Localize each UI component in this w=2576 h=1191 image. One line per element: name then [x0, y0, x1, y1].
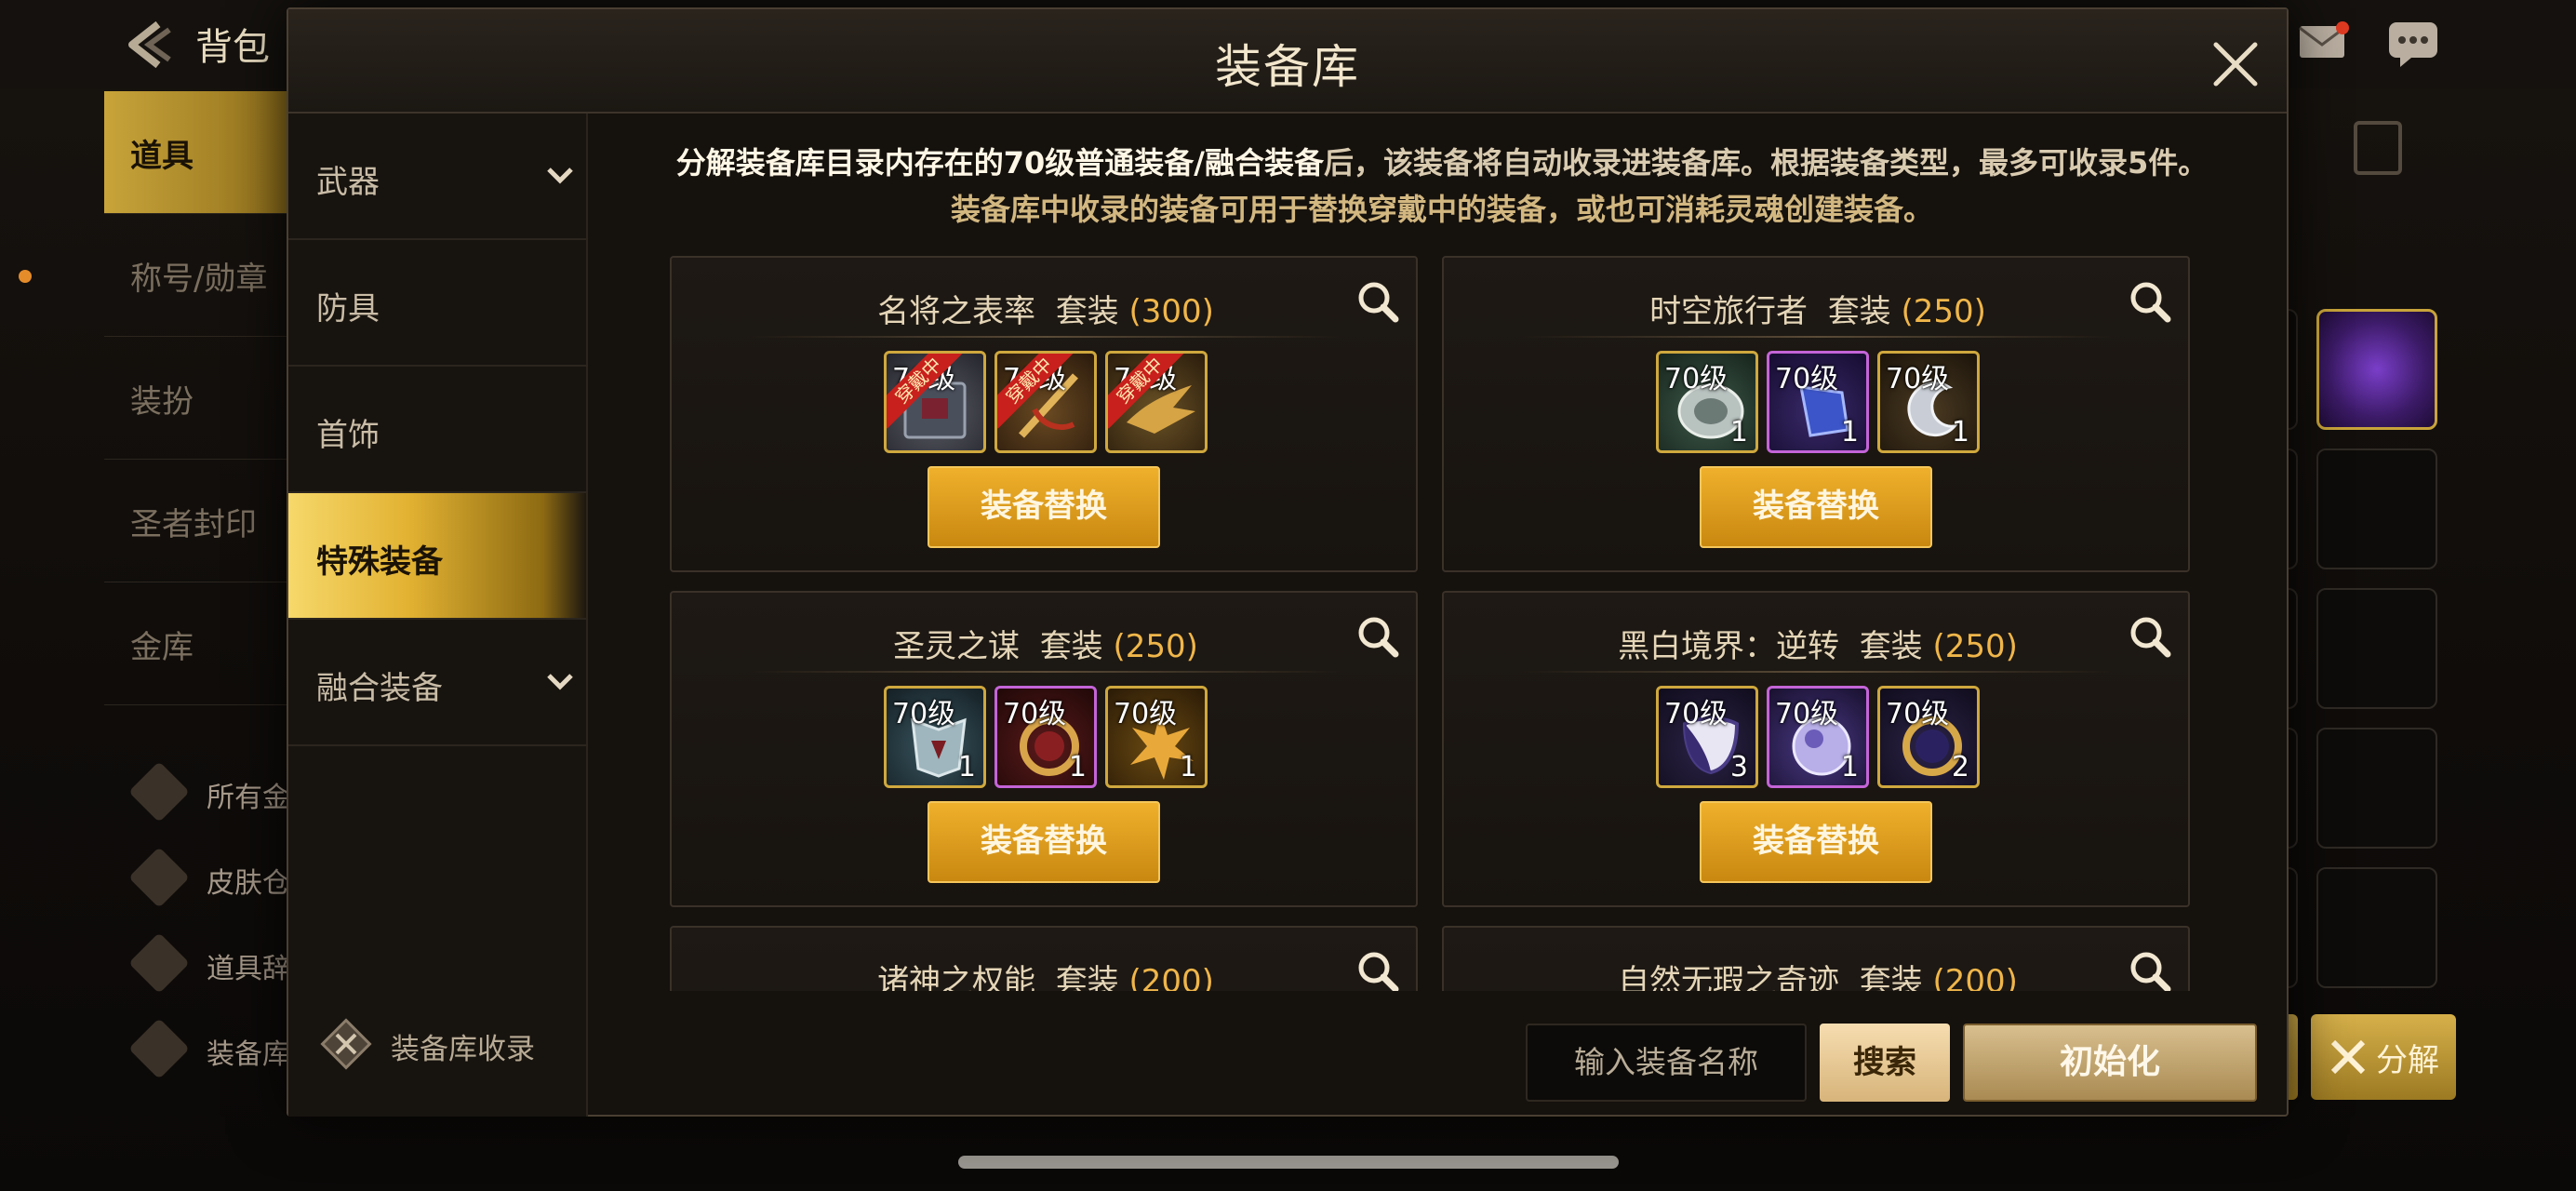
- bg-tab-seal[interactable]: 圣者封印: [104, 460, 309, 582]
- close-icon[interactable]: [2207, 35, 2264, 93]
- equipment-name-input[interactable]: 输入装备名称: [1526, 1024, 1807, 1102]
- set-name: 名将之表率 套装 (300): [877, 293, 1214, 330]
- chat-icon[interactable]: [2387, 20, 2439, 69]
- bg-slot[interactable]: [2316, 728, 2437, 849]
- equip-swap-button[interactable]: 装备替换: [1700, 466, 1932, 548]
- item-slot[interactable]: 70级 1: [1767, 351, 1869, 453]
- modal-header: 装备库: [288, 9, 2287, 114]
- bg-tab-items[interactable]: 道具: [104, 91, 309, 214]
- item-slot[interactable]: 70级 1: [884, 686, 986, 788]
- decompose-button[interactable]: 分解: [2311, 1014, 2456, 1100]
- set-card: 黑白境界：逆转 套装 (250) 70级 3 70级 1 70级 2 装备替换: [1442, 591, 2190, 907]
- item-slot[interactable]: 70级 3: [1656, 686, 1758, 788]
- reset-button[interactable]: 初始化: [1963, 1024, 2257, 1102]
- equip-swap-button[interactable]: 装备替换: [1700, 801, 1932, 883]
- set-name: 圣灵之谋 套装 (250): [893, 628, 1198, 665]
- set-card: 圣灵之谋 套装 (250) 70级 1 70级 1 70级 1 装备替换: [670, 591, 1418, 907]
- chevron-down-icon: [547, 167, 573, 184]
- search-icon[interactable]: [2127, 948, 2173, 991]
- notification-dot: [19, 270, 32, 283]
- item-slot[interactable]: 70级 1: [1105, 686, 1208, 788]
- set-card: 自然无瑕之奇迹 套装 (200): [1442, 926, 2190, 991]
- mail-icon[interactable]: [2298, 20, 2350, 61]
- category-fusion[interactable]: 融合装备: [288, 620, 588, 746]
- search-icon[interactable]: [2127, 278, 2173, 325]
- category-weapon[interactable]: 武器: [288, 114, 588, 240]
- equipment-library-modal: 装备库 武器 防具 首饰 特殊装备 融合装备 装备库收录 分解装备库目录内存在的…: [287, 7, 2289, 1117]
- item-slot[interactable]: 70级 穿戴中: [884, 351, 986, 453]
- item-slot[interactable]: 70级 穿戴中: [994, 351, 1097, 453]
- back-arrow-icon[interactable]: [121, 17, 177, 73]
- set-name: 黑白境界：逆转 套装 (250): [1618, 628, 2018, 665]
- category-list: 武器 防具 首饰 特殊装备 融合装备: [288, 114, 588, 1117]
- item-slot[interactable]: 70级 1: [1877, 351, 1980, 453]
- bg-tab-vault[interactable]: 金库: [104, 582, 309, 705]
- home-indicator[interactable]: [958, 1156, 1619, 1169]
- item-slot[interactable]: 70级 穿戴中: [1105, 351, 1208, 453]
- item-slot[interactable]: 70级 1: [994, 686, 1097, 788]
- set-card: 名将之表率 套装 (300) 70级 穿戴中 70级 穿戴中 70级 穿戴中: [670, 256, 1418, 572]
- search-button[interactable]: 搜索: [1820, 1024, 1950, 1102]
- set-name: 时空旅行者 套装 (250): [1649, 293, 1986, 330]
- category-armor[interactable]: 防具: [288, 240, 588, 367]
- item-slot[interactable]: 70级 1: [1767, 686, 1869, 788]
- set-card: 时空旅行者 套装 (250) 70级 1 70级 1 70级 1 装备替换: [1442, 256, 2190, 572]
- search-icon[interactable]: [1355, 948, 1401, 991]
- search-icon[interactable]: [2127, 613, 2173, 660]
- bg-slot-gem[interactable]: [2316, 309, 2437, 430]
- bg-slot[interactable]: [2316, 867, 2437, 988]
- item-slot[interactable]: 70级 2: [1877, 686, 1980, 788]
- equip-swap-button[interactable]: 装备替换: [928, 801, 1160, 883]
- bg-tab-avatar[interactable]: 装扮: [104, 337, 309, 460]
- search-bar: 输入装备名称 搜索 初始化: [288, 996, 2290, 1117]
- chevron-down-icon: [547, 674, 573, 690]
- library-notice: 分解装备库目录内存在的70级普通装备/融合装备后，该装备将自动收录进装备库。根据…: [675, 145, 2209, 227]
- bg-slot[interactable]: [2316, 588, 2437, 709]
- set-list: 名将之表率 套装 (300) 70级 穿戴中 70级 穿戴中 70级 穿戴中: [670, 256, 2205, 991]
- decompose-icon: [2330, 1039, 2366, 1075]
- set-name: 自然无瑕之奇迹 套装 (200): [1618, 963, 2018, 991]
- item-slot[interactable]: 70级 1: [1656, 351, 1758, 453]
- category-special[interactable]: 特殊装备: [288, 493, 588, 620]
- bg-tab-titles[interactable]: 称号/勋章: [104, 214, 309, 337]
- bag-title: 背包: [195, 26, 270, 69]
- bg-slot[interactable]: [2316, 448, 2437, 569]
- category-accessory[interactable]: 首饰: [288, 367, 588, 493]
- set-card: 诸神之权能 套装 (200): [670, 926, 1418, 991]
- modal-title: 装备库: [1215, 40, 1360, 94]
- copy-icon[interactable]: [2354, 121, 2402, 175]
- set-name: 诸神之权能 套装 (200): [877, 963, 1214, 991]
- equip-swap-button[interactable]: 装备替换: [928, 466, 1160, 548]
- search-icon[interactable]: [1355, 278, 1401, 325]
- search-icon[interactable]: [1355, 613, 1401, 660]
